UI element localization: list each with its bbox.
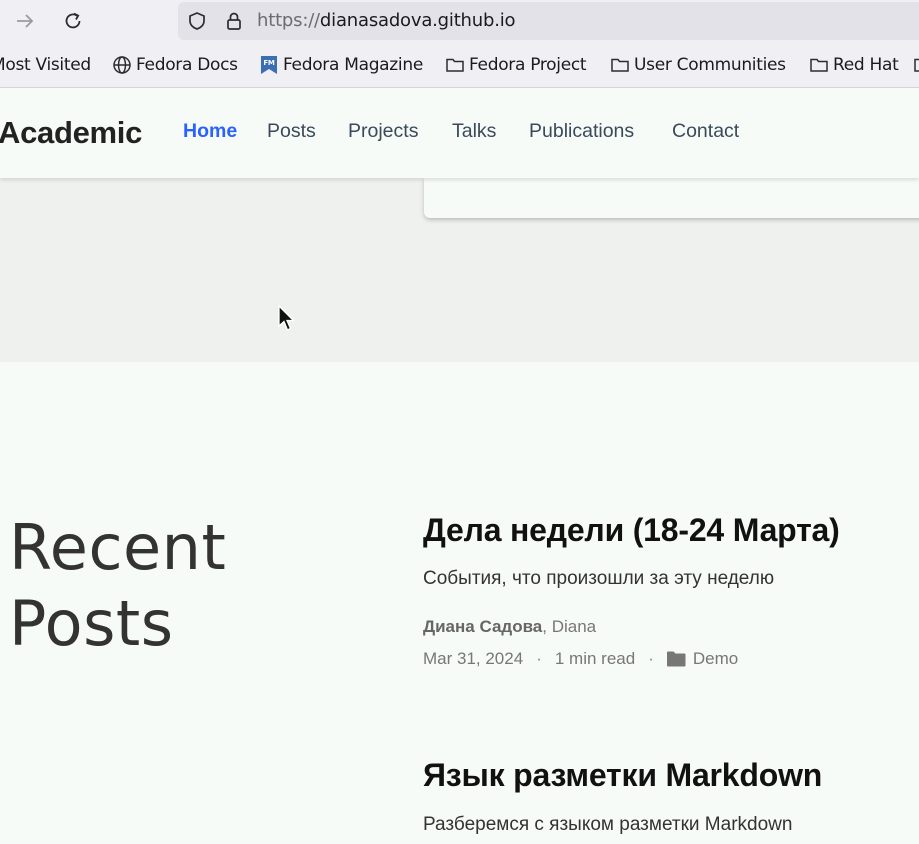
post-title[interactable]: Дела недели (18-24 Марта) [423,512,840,549]
meta-separator: · [648,649,654,668]
bookmark-overflow[interactable] [913,54,919,76]
url-text: https://dianasadova.github.io [257,10,516,31]
url-bar[interactable]: https://dianasadova.github.io [178,2,919,40]
bookmark-label: Most Visited [0,55,91,75]
nav-publications[interactable]: Publications [529,120,634,143]
nav-contact[interactable]: Contact [672,120,739,143]
folder-icon [914,58,919,72]
url-scheme: https:// [257,10,320,31]
meta-separator: · [536,649,542,668]
site-brand[interactable]: Academic [0,115,142,151]
bookmark-fedora-docs[interactable]: Fedora Docs [112,54,238,76]
nav-projects[interactable]: Projects [348,120,418,143]
post-date: Mar 31, 2024 [423,649,524,668]
recent-posts-heading-line2: Posts [9,587,174,660]
nav-home[interactable]: Home [183,120,237,143]
tracking-protection-icon[interactable] [187,11,207,31]
arrow-right-icon [17,14,34,28]
post-title[interactable]: Язык разметки Markdown [423,757,822,794]
post-author-other: , Diana [542,617,597,636]
folder-icon [666,651,686,667]
folder-icon [446,58,464,72]
bookmark-label: Fedora Magazine [283,55,423,75]
folder-icon [611,58,629,72]
browser-toolbar: https://dianasadova.github.io [0,0,919,42]
bookmark-most-visited[interactable]: Most Visited [0,54,91,76]
reload-button[interactable] [60,8,86,34]
nav-posts[interactable]: Posts [267,120,316,143]
bookmark-label: Fedora Docs [136,55,238,75]
bookmark-label: Red Hat [833,55,899,75]
post-meta: Mar 31, 2024 · 1 min read · Demo [423,649,738,669]
lock-icon[interactable] [224,11,244,31]
nav-talks[interactable]: Talks [452,120,496,143]
post-category[interactable]: Demo [693,649,738,669]
folder-icon [810,58,828,72]
bookmark-label: Fedora Project [469,55,587,75]
recent-posts-heading-line1: Recent [9,511,227,584]
recent-posts-heading: Recent Posts [9,510,226,662]
bookmark-label: User Communities [634,55,786,75]
post-summary: Разберемся с языком разметки Markdown [423,814,793,835]
bookmark-user-communities[interactable]: User Communities [610,54,786,76]
bookmark-red-hat[interactable]: Red Hat [809,54,899,76]
url-host: dianasadova.github.io [319,10,516,31]
post-author-main[interactable]: Диана Садова [423,617,542,636]
forward-button[interactable] [12,8,38,34]
post-summary: События, что произошли за эту неделю [423,568,775,589]
post-authors: Диана Садова, Diana [423,617,596,637]
bookmark-fedora-magazine[interactable]: FM Fedora Magazine [259,54,423,76]
hero-card [424,178,919,218]
bookmark-fedora-project[interactable]: Fedora Project [445,54,587,76]
bookmarks-bar: Most Visited Fedora Docs FM Fedora Magaz… [0,42,919,88]
post-read-time: 1 min read [554,649,636,668]
fedora-magazine-icon: FM [261,56,277,74]
mouse-cursor-icon [278,305,295,331]
reload-icon [65,12,81,29]
site-navbar: Academic Home Posts Projects Talks Publi… [0,88,919,178]
svg-text:FM: FM [263,59,274,67]
globe-icon [113,56,131,74]
